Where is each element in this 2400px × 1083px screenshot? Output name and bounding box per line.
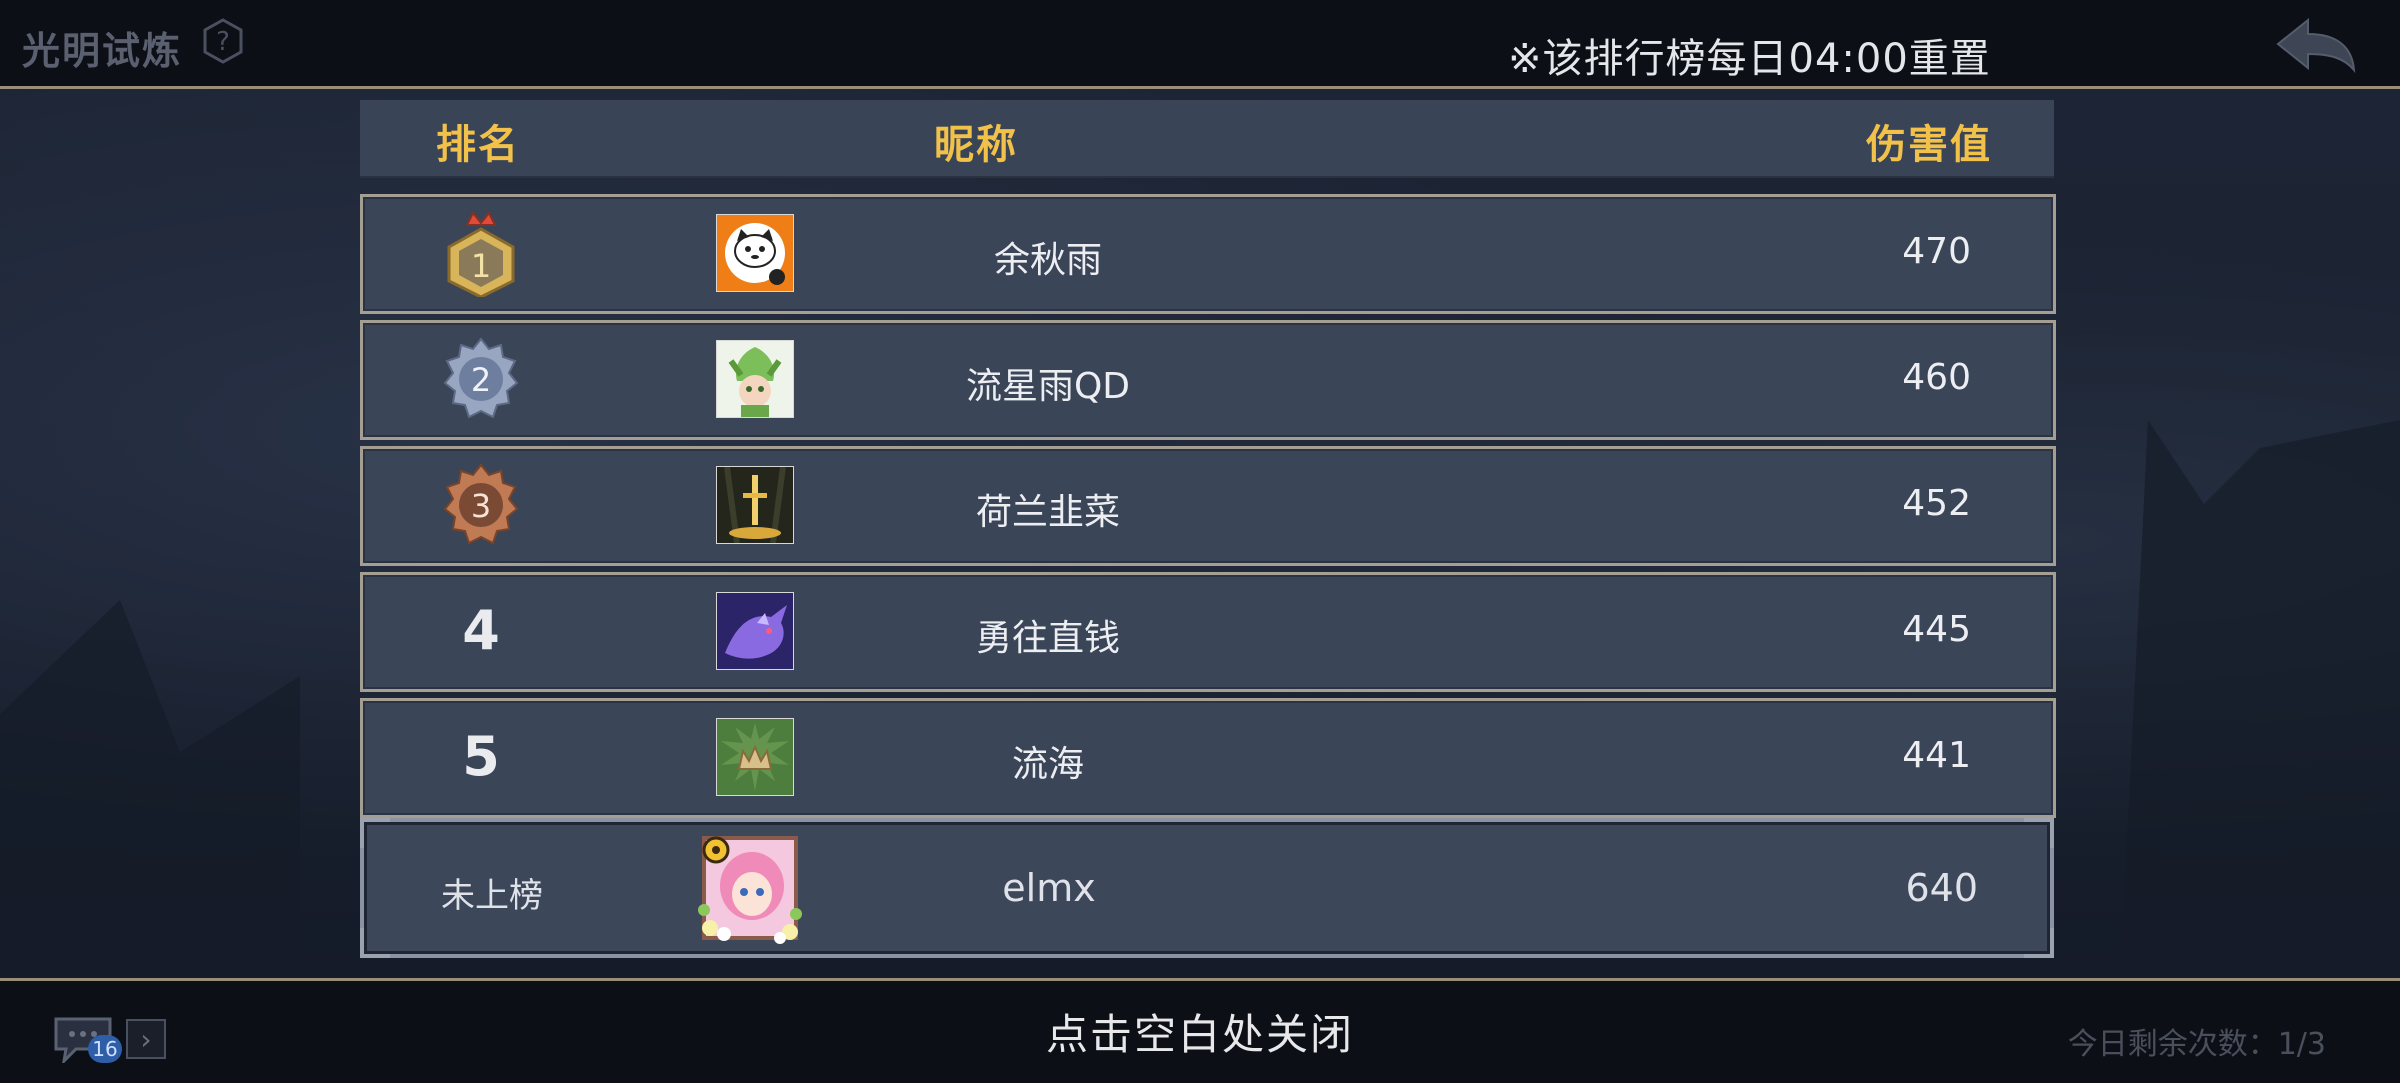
gold-medal-icon: 1 [447,211,515,297]
silver-medal-icon: 2 [443,337,519,419]
frame-corner [2024,928,2054,958]
player-name: 流海 [1011,744,1084,785]
frame-corner [2024,818,2054,848]
help-icon[interactable]: ? [200,18,246,64]
my-damage-value: 640 [1905,866,1978,910]
my-player-name: elmx [1002,866,1096,910]
column-header-rank: 排名 [436,122,520,168]
rank-number: 4 [462,599,500,662]
cat-avatar-icon[interactable] [716,214,794,292]
svg-text:?: ? [216,27,230,57]
damage-value: 445 [1902,609,1971,650]
frame-corner [360,818,390,848]
top-bar: 光明试炼 ? ※该排行榜每日04:00重置 [0,0,2400,89]
rank-number: 5 [462,725,500,788]
rank-label: 3 [471,487,491,525]
leaderboard-row-1: 1 余秋雨 470 [360,194,2056,314]
player-name: 余秋雨 [993,240,1102,281]
reset-note: ※该排行榜每日04:00重置 [1508,36,1991,82]
rank-label: 2 [471,361,491,399]
remaining-attempts: 今日剩余次数：1/3 [2067,1027,2326,1062]
column-header-damage: 伤害值 [1866,122,1992,168]
pink-hair-girl-avatar-icon[interactable] [694,828,804,946]
leaderboard-row-5: 5 流海 441 [360,698,2056,818]
close-hint: 点击空白处关闭 [1045,1010,1354,1059]
purple-dragon-avatar-icon[interactable] [716,592,794,670]
green-crown-avatar-icon[interactable] [716,718,794,796]
bottom-bar: 16 › 点击空白处关闭 今日剩余次数：1/3 [0,978,2400,1083]
damage-value: 441 [1902,735,1971,776]
player-name: 勇往直钱 [975,618,1120,659]
golden-sword-avatar-icon[interactable] [716,466,794,544]
leaderboard-header: 排名 昵称 伤害值 [360,100,2054,178]
damage-value: 452 [1902,483,1971,524]
damage-value: 470 [1902,231,1971,272]
back-arrow-icon[interactable] [2270,14,2360,74]
leaderboard-row-3: 3 荷兰韭菜 452 [360,446,2056,566]
my-rank-row: 未上榜 elmx 640 [360,818,2054,958]
green-elf-avatar-icon[interactable] [716,340,794,418]
leaderboard-row-4: 4 勇往直钱 445 [360,572,2056,692]
column-header-name: 昵称 [934,122,1018,168]
my-rank-status: 未上榜 [441,876,543,916]
bronze-medal-icon: 3 [443,463,519,545]
page-title: 光明试炼 [22,29,183,73]
rank-label: 1 [471,247,491,285]
player-name: 流星雨QD [965,366,1131,407]
frame-corner [360,928,390,958]
damage-value: 460 [1902,357,1971,398]
leaderboard-row-2: 2 流星雨QD 460 [360,320,2056,440]
player-name: 荷兰韭菜 [975,492,1120,533]
